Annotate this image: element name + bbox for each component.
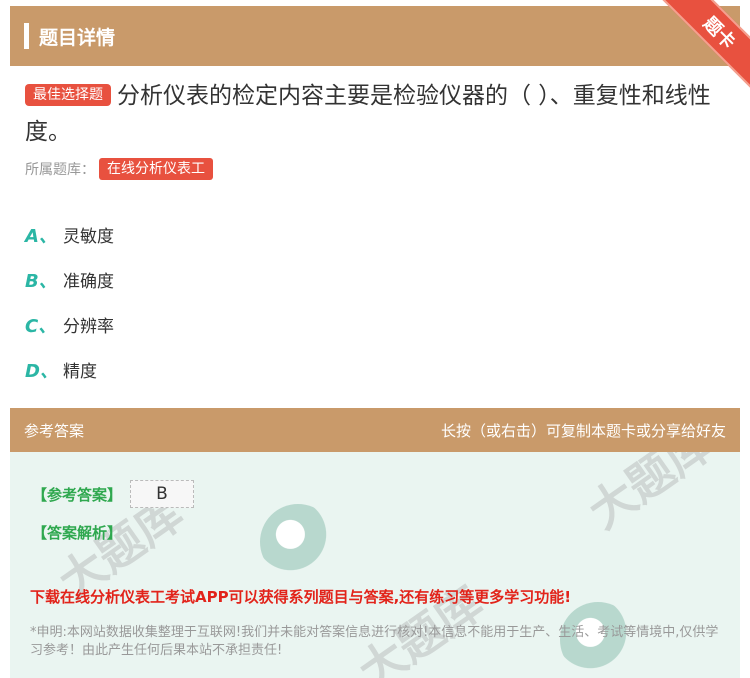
- option-text: 灵敏度: [63, 227, 114, 247]
- option-text: 准确度: [63, 272, 114, 292]
- answer-bar-title: 参考答案: [24, 421, 85, 440]
- question-bank-badge[interactable]: 在线分析仪表工: [99, 158, 213, 180]
- share-hint: 长按（或右击）可复制本题卡或分享给好友: [440, 421, 726, 440]
- question-bank-row: 所属题库： 在线分析仪表工: [25, 158, 213, 180]
- download-app-note[interactable]: 下载在线分析仪表工考试APP可以获得系列题目与答案,还有练习等更多学习功能!: [30, 586, 571, 607]
- option-a[interactable]: A、 灵敏度: [25, 212, 114, 257]
- header-bar: 题目详情: [10, 6, 740, 66]
- option-c[interactable]: C、 分辨率: [25, 302, 114, 347]
- watermark-swirl-icon: [260, 504, 336, 580]
- question-text-block: 最佳选择题 分析仪表的检定内容主要是检验仪器的（ ）、重复性和线性度。: [25, 78, 725, 150]
- option-letter: B、: [25, 270, 57, 292]
- header-accent: [24, 23, 29, 49]
- option-text: 分辨率: [63, 317, 114, 337]
- answer-panel: 大题库 大题库 大题库 【参考答案】 B 【答案解析】 下载在线分析仪表工考试A…: [10, 452, 740, 678]
- options-list: A、 灵敏度 B、 准确度 C、 分辨率 D、 精度: [25, 212, 114, 392]
- reference-answer-row: 【参考答案】 B: [32, 480, 195, 508]
- watermark-text: 大题库: [578, 452, 723, 540]
- option-letter: A、: [25, 225, 57, 247]
- reference-answer-label: 【参考答案】: [32, 485, 123, 504]
- option-letter: C、: [25, 315, 57, 337]
- option-b[interactable]: B、 准确度: [25, 257, 114, 302]
- corner-ribbon: 题卡: [652, 0, 750, 90]
- disclaimer-text: *申明:本网站数据收集整理于互联网!我们并未能对答案信息进行核对!本信息不能用于…: [30, 625, 719, 658]
- option-letter: D、: [25, 360, 58, 382]
- answer-bar: 参考答案 长按（或右击）可复制本题卡或分享给好友: [10, 408, 740, 452]
- question-type-badge: 最佳选择题: [25, 84, 111, 106]
- answer-explanation-label: 【答案解析】: [32, 524, 123, 542]
- question-bank-label: 所属题库：: [25, 162, 95, 178]
- question-text: 分析仪表的检定内容主要是检验仪器的（ ）、重复性和线性度。: [25, 83, 711, 145]
- option-d[interactable]: D、 精度: [25, 347, 114, 392]
- page-title: 题目详情: [39, 26, 116, 49]
- reference-answer-value: B: [130, 480, 195, 508]
- ribbon-label: 题卡: [657, 0, 750, 90]
- option-text: 精度: [63, 362, 97, 382]
